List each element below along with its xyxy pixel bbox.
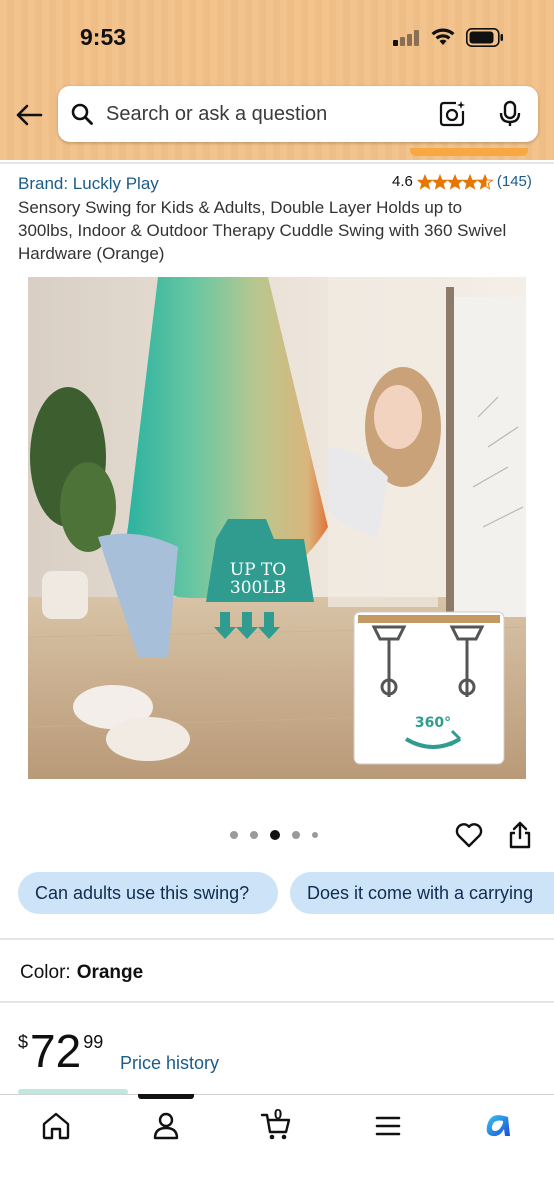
color-label: Color:: [20, 962, 71, 983]
rating-summary[interactable]: 4.6 (145): [392, 173, 532, 190]
hardware-360-label: 360°: [415, 715, 451, 731]
app-header: 9:53 Search or ask a question: [0, 0, 554, 160]
color-selector[interactable]: Color: Orange: [20, 962, 143, 984]
rating-count[interactable]: (145): [497, 173, 532, 190]
wifi-icon: [431, 28, 455, 45]
pagination-dot[interactable]: [292, 831, 300, 839]
question-chip[interactable]: Can adults use this swing?: [18, 872, 278, 914]
brand-link[interactable]: Brand: Luckly Play: [18, 174, 159, 194]
price-history-link[interactable]: Price history: [120, 1053, 219, 1074]
pagination-dot-active[interactable]: [270, 830, 280, 840]
pagination-dot[interactable]: [230, 831, 238, 839]
cart-count: 0: [273, 1106, 283, 1123]
back-arrow-icon[interactable]: [14, 101, 44, 129]
search-icon: [71, 103, 93, 125]
weight-badge-line2: 300LB: [230, 578, 286, 598]
status-bar: 9:53: [0, 0, 554, 70]
pagination-dot[interactable]: [312, 832, 318, 838]
heart-icon[interactable]: [454, 820, 484, 850]
rating-value: 4.6: [392, 173, 413, 190]
search-input[interactable]: Search or ask a question: [106, 103, 327, 126]
price-fraction: 99: [83, 1032, 104, 1052]
product-title: Sensory Swing for Kids & Adults, Double …: [18, 198, 507, 263]
question-chip[interactable]: Does it come with a carrying: [290, 872, 554, 914]
search-bar[interactable]: Search or ask a question: [58, 86, 538, 142]
section-divider: [0, 1001, 554, 1003]
color-value: Orange: [76, 962, 144, 983]
rating-stars: [417, 174, 493, 190]
image-pagination[interactable]: [230, 830, 318, 840]
status-time: 9:53: [80, 24, 127, 50]
header-accent-bar: [410, 148, 528, 156]
home-icon[interactable]: [40, 1110, 72, 1142]
header-divider: [0, 162, 554, 164]
cellular-signal-icon: [393, 30, 423, 46]
price-whole: 72: [30, 1025, 82, 1077]
product-image[interactable]: UP TO 300LB 360°: [28, 277, 526, 779]
battery-icon: [466, 28, 503, 47]
account-icon[interactable]: [150, 1110, 182, 1142]
menu-icon[interactable]: [372, 1110, 404, 1142]
microphone-icon[interactable]: [498, 100, 522, 128]
price: $ 72 99: [18, 1026, 103, 1076]
pagination-dot[interactable]: [250, 831, 258, 839]
active-tab-indicator: [138, 1094, 194, 1099]
product-photo: UP TO 300LB 360°: [28, 277, 526, 779]
assistant-icon[interactable]: [482, 1110, 514, 1142]
price-currency: $: [18, 1032, 29, 1052]
section-divider: [0, 938, 554, 940]
weight-badge-line1: UP TO: [230, 560, 286, 580]
share-icon[interactable]: [506, 820, 534, 850]
camera-search-icon[interactable]: [438, 100, 466, 128]
star-rating-icon: [417, 174, 493, 189]
